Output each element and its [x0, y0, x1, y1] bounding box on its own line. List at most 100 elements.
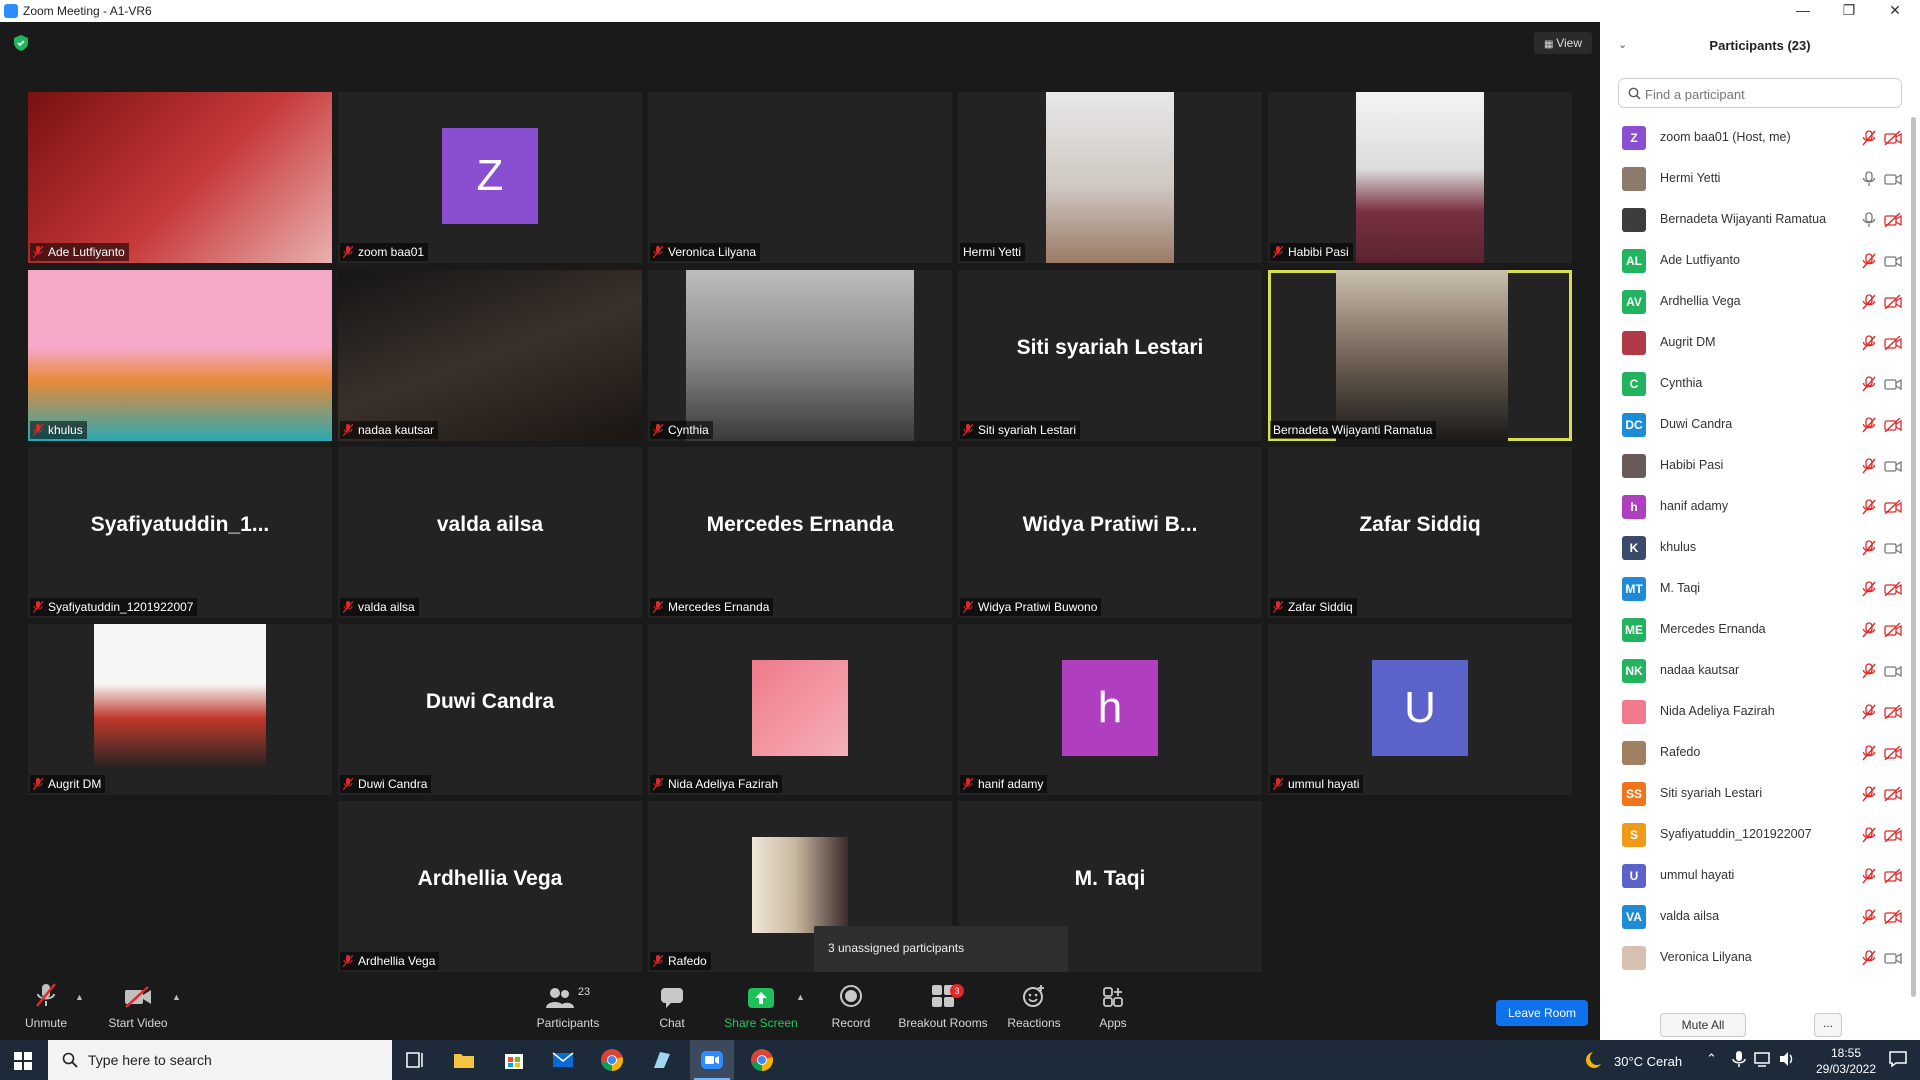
- mic-muted-icon[interactable]: [1862, 458, 1876, 474]
- participant-row[interactable]: Kkhulus: [1600, 527, 1920, 568]
- video-icon[interactable]: [1884, 664, 1902, 678]
- video-icon[interactable]: [1884, 254, 1902, 268]
- mic-muted-icon[interactable]: [1862, 294, 1876, 310]
- participant-row[interactable]: AV Ardhellia Vega: [1600, 281, 1920, 322]
- video-icon[interactable]: [1884, 172, 1902, 186]
- video-off-icon[interactable]: [1884, 786, 1902, 802]
- more-options-button[interactable]: ...: [1814, 1013, 1842, 1037]
- video-off-icon[interactable]: [1884, 909, 1902, 925]
- mail-icon[interactable]: [551, 1048, 575, 1072]
- video-off-icon[interactable]: [1884, 499, 1902, 515]
- participant-row[interactable]: Augrit DM: [1600, 322, 1920, 363]
- mute-all-button[interactable]: Mute All: [1660, 1013, 1746, 1037]
- participant-row[interactable]: Rafedo: [1600, 732, 1920, 773]
- mic-muted-icon[interactable]: [1862, 868, 1876, 884]
- video-tile[interactable]: Ade Lutfiyanto: [28, 92, 332, 263]
- video-tile[interactable]: Uummul hayati: [1268, 624, 1572, 795]
- video-icon[interactable]: [1884, 951, 1902, 965]
- video-tile[interactable]: Cynthia: [648, 270, 952, 441]
- video-tile[interactable]: Zafar Siddiq Zafar Siddiq: [1268, 447, 1572, 618]
- video-off-icon[interactable]: [1884, 130, 1902, 146]
- participant-row[interactable]: ME Mercedes Ernanda: [1600, 609, 1920, 650]
- network-icon[interactable]: [1754, 1050, 1772, 1068]
- share-options-caret-icon[interactable]: ▲: [796, 992, 805, 1002]
- mic-muted-icon[interactable]: [1862, 335, 1876, 351]
- zoom-taskbar-button[interactable]: [690, 1040, 734, 1080]
- video-icon[interactable]: [1884, 541, 1902, 555]
- video-icon[interactable]: [1884, 459, 1902, 473]
- video-off-icon[interactable]: [1884, 294, 1902, 310]
- notifications-icon[interactable]: [1888, 1050, 1908, 1068]
- video-tile[interactable]: Duwi Candra Duwi Candra: [338, 624, 642, 795]
- microphone-icon[interactable]: [1730, 1050, 1748, 1068]
- chrome-icon[interactable]: [600, 1048, 624, 1072]
- participant-row[interactable]: Nida Adeliya Fazirah: [1600, 691, 1920, 732]
- apps-button[interactable]: Apps: [1090, 980, 1136, 1040]
- participant-search-input[interactable]: Find a participant: [1618, 78, 1902, 108]
- clock-time[interactable]: 18:55: [1818, 1046, 1874, 1060]
- mic-muted-icon[interactable]: [1862, 786, 1876, 802]
- video-off-icon[interactable]: [1884, 868, 1902, 884]
- video-off-icon[interactable]: [1884, 335, 1902, 351]
- reactions-button[interactable]: Reactions: [1004, 980, 1064, 1040]
- chrome-icon[interactable]: [750, 1048, 774, 1072]
- mic-icon[interactable]: [1862, 171, 1876, 187]
- video-tile[interactable]: Veronica Lilyana: [648, 92, 952, 263]
- participant-row[interactable]: Veronica Lilyana: [1600, 937, 1920, 978]
- video-tile[interactable]: Mercedes Ernanda Mercedes Ernanda: [648, 447, 952, 618]
- video-off-icon[interactable]: [1884, 212, 1902, 228]
- leave-room-button[interactable]: Leave Room: [1496, 1000, 1588, 1026]
- participant-row[interactable]: Zzoom baa01 (Host, me): [1600, 117, 1920, 158]
- participant-row[interactable]: NK nadaa kautsar: [1600, 650, 1920, 691]
- mic-muted-icon[interactable]: [1862, 130, 1876, 146]
- video-options-caret-icon[interactable]: ▲: [172, 992, 181, 1002]
- video-tile[interactable]: Ardhellia Vega Ardhellia Vega: [338, 801, 642, 972]
- video-off-icon[interactable]: [1884, 622, 1902, 638]
- audio-options-caret-icon[interactable]: ▲: [75, 992, 84, 1002]
- mic-muted-icon[interactable]: [1862, 745, 1876, 761]
- video-off-icon[interactable]: [1884, 581, 1902, 597]
- app-icon[interactable]: [650, 1048, 674, 1072]
- video-tile[interactable]: valda ailsa valda ailsa: [338, 447, 642, 618]
- video-tile[interactable]: khulus: [28, 270, 332, 441]
- mic-muted-icon[interactable]: [1862, 499, 1876, 515]
- video-tile[interactable]: Bernadeta Wijayanti Ramatua: [1268, 270, 1572, 441]
- mic-icon[interactable]: [1862, 212, 1876, 228]
- task-view-icon[interactable]: [403, 1048, 427, 1072]
- mic-muted-icon[interactable]: [1862, 622, 1876, 638]
- record-button[interactable]: Record: [824, 980, 878, 1040]
- share-screen-button[interactable]: Share Screen: [722, 980, 800, 1040]
- clock-date[interactable]: 29/03/2022: [1802, 1062, 1890, 1076]
- tray-chevron-up-icon[interactable]: ⌃: [1706, 1051, 1717, 1067]
- volume-icon[interactable]: [1778, 1050, 1796, 1068]
- participant-list-scrollbar[interactable]: [1911, 117, 1916, 997]
- minimize-button[interactable]: —: [1780, 0, 1826, 22]
- video-tile[interactable]: Nida Adeliya Fazirah: [648, 624, 952, 795]
- participant-row[interactable]: Uummul hayati: [1600, 855, 1920, 896]
- video-off-icon[interactable]: [1884, 827, 1902, 843]
- chat-button[interactable]: Chat: [646, 980, 698, 1040]
- participant-row[interactable]: Bernadeta Wijayanti Ramatua: [1600, 199, 1920, 240]
- mic-muted-icon[interactable]: [1862, 253, 1876, 269]
- mic-muted-icon[interactable]: [1862, 581, 1876, 597]
- start-video-button[interactable]: Start Video: [104, 980, 172, 1040]
- participant-row[interactable]: VA valda ailsa: [1600, 896, 1920, 937]
- video-tile[interactable]: nadaa kautsar: [338, 270, 642, 441]
- breakout-rooms-button[interactable]: 3 Breakout Rooms: [896, 980, 990, 1040]
- video-off-icon[interactable]: [1884, 704, 1902, 720]
- participant-row[interactable]: MT M. Taqi: [1600, 568, 1920, 609]
- mic-muted-icon[interactable]: [1862, 950, 1876, 966]
- mic-muted-icon[interactable]: [1862, 540, 1876, 556]
- video-tile[interactable]: Hermi Yetti: [958, 92, 1262, 263]
- video-icon[interactable]: [1884, 377, 1902, 391]
- close-button[interactable]: ✕: [1872, 0, 1918, 22]
- mic-muted-icon[interactable]: [1862, 704, 1876, 720]
- unmute-button[interactable]: Unmute: [16, 980, 76, 1040]
- view-button[interactable]: ▦ View: [1534, 32, 1592, 54]
- video-tile[interactable]: h hanif adamy: [958, 624, 1262, 795]
- store-icon[interactable]: [502, 1048, 526, 1072]
- video-tile[interactable]: Zzoom baa01: [338, 92, 642, 263]
- shield-icon[interactable]: [14, 35, 28, 51]
- video-tile[interactable]: Siti syariah Lestari Siti syariah Lestari: [958, 270, 1262, 441]
- participant-row[interactable]: S Syafiyatuddin_1201922007: [1600, 814, 1920, 855]
